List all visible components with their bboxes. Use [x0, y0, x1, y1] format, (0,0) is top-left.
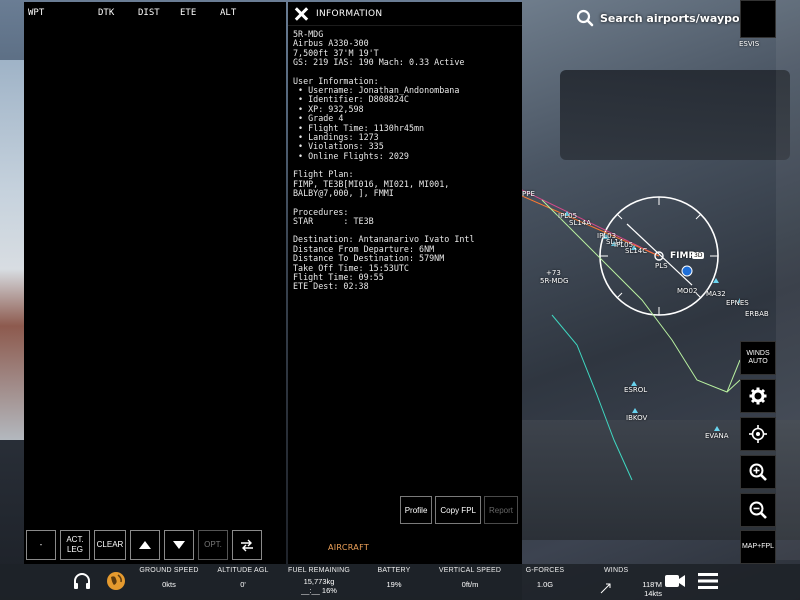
column-alt: ALT — [220, 8, 237, 18]
copy-fpl-button[interactable]: Copy FPL — [435, 496, 481, 524]
crosshair-icon — [749, 425, 767, 443]
settings-button[interactable] — [740, 379, 776, 413]
waypoint-label: ESROL — [624, 386, 648, 394]
tab-aircraft[interactable]: AIRCRAFT — [328, 543, 369, 552]
map-controls: WINDS AUTO MAP+FPL — [740, 0, 776, 600]
window-view-left — [0, 60, 26, 440]
waypoint-label: EVANA — [705, 432, 729, 440]
traffic-alt-delta: +73 — [546, 269, 561, 277]
stat-battery: BATTERY 19% — [377, 567, 411, 589]
search-icon — [576, 9, 594, 27]
camera-icon[interactable] — [664, 572, 686, 590]
ground-track — [551, 314, 633, 481]
map-fpl-button[interactable]: MAP+FPL — [740, 530, 776, 564]
search-bar[interactable]: Search airports/waypoints — [576, 8, 763, 28]
reverse-plan-button[interactable] — [232, 530, 262, 560]
move-down-button[interactable] — [164, 530, 194, 560]
close-icon[interactable] — [294, 7, 308, 21]
stat-altitude-agl: ALTITUDE AGL 0' — [217, 567, 269, 589]
waypoint-label: PLS — [655, 262, 668, 270]
waypoint-label: SL14A — [569, 219, 592, 227]
stat-g-forces: G-FORCES 1.0G — [525, 567, 565, 589]
zoom-out-icon — [749, 501, 767, 519]
stat-ground-speed: GROUND SPEED 0kts — [139, 567, 199, 589]
information-body: 5R-MDG Airbus A330-300 7,500ft 37'M 19'T GS… — [288, 26, 522, 296]
information-panel: INFORMATION 5R-MDG Airbus A330-300 7,500ft… — [288, 2, 522, 564]
info-line: ETE Dest: 02:38 — [293, 281, 369, 292]
moving-map[interactable]: ESVIS PPE IPL05 SL14A IPL03 SL14 IPL05 S… — [522, 0, 769, 560]
info-line: STAR : TE3B — [293, 215, 374, 226]
triangle-up-icon — [139, 541, 151, 549]
wind-arrow-icon — [600, 583, 611, 594]
waypoint-label: PPE — [522, 190, 535, 198]
globe-icon[interactable] — [106, 571, 126, 591]
gear-icon — [749, 387, 767, 405]
activate-leg-button[interactable]: ACT. LEG — [60, 530, 90, 560]
stat-vertical-speed: VERTICAL SPEED 0ft/m — [438, 567, 502, 589]
own-aircraft — [681, 265, 693, 277]
waypoint-label: MO02 — [677, 287, 698, 295]
options-button[interactable]: OPT. — [198, 530, 228, 560]
stat-fuel-remaining: FUEL REMAINING 15,773kg __:__ 16% — [287, 567, 351, 595]
map-top-button[interactable] — [740, 0, 776, 38]
swap-arrows-icon — [241, 539, 253, 552]
info-line: GS: 219 IAS: 190 Mach: 0.33 Active — [293, 57, 465, 68]
information-title: INFORMATION — [316, 8, 383, 19]
traffic-callsign[interactable]: 5R-MDG — [540, 277, 568, 285]
information-actions: Profile Copy FPL Report — [399, 496, 518, 524]
flight-plan-header: WPT DTK DIST ETE ALT — [24, 2, 286, 24]
triangle-down-icon — [173, 541, 185, 549]
search-placeholder[interactable]: Search airports/waypoints — [600, 12, 763, 25]
flight-plan-toolbar: - ACT. LEG CLEAR OPT. — [24, 530, 262, 562]
move-up-button[interactable] — [130, 530, 160, 560]
waypoint-label: SL14C — [625, 247, 648, 255]
menu-icon[interactable] — [698, 572, 718, 590]
zoom-in-icon — [749, 463, 767, 481]
info-line: • Online Flights: 2029 — [293, 150, 409, 161]
column-ete: ETE — [180, 8, 197, 18]
waypoint-label: MA32 — [706, 290, 726, 298]
airport-3d-badge[interactable]: 3D — [692, 252, 705, 259]
zoom-out-button[interactable] — [740, 493, 776, 527]
remove-waypoint-button[interactable]: - — [26, 530, 56, 560]
column-dtk: DTK — [98, 8, 115, 18]
stat-winds: 118'M 14kts — [642, 580, 662, 598]
zoom-in-button[interactable] — [740, 455, 776, 489]
headset-icon[interactable] — [72, 572, 92, 592]
column-wpt: WPT — [28, 8, 45, 18]
map-side-strip — [776, 0, 800, 560]
waypoint-label: IBKOV — [626, 414, 648, 422]
status-bar: GROUND SPEED 0kts ALTITUDE AGL 0' FUEL R… — [0, 564, 800, 600]
info-line: BALBY@7,000, ], FMMI — [293, 188, 394, 199]
report-button[interactable]: Report — [483, 496, 518, 524]
winds-auto-button[interactable]: WINDS AUTO — [740, 341, 776, 375]
center-aircraft-button[interactable] — [740, 417, 776, 451]
column-dist: DIST — [138, 8, 160, 18]
flight-plan-panel: WPT DTK DIST ETE ALT - ACT. LEG CLEAR OP… — [24, 2, 286, 564]
profile-button[interactable]: Profile — [399, 496, 433, 524]
clear-button[interactable]: CLEAR — [94, 530, 126, 560]
information-header: INFORMATION — [288, 2, 522, 26]
stat-winds-label: WINDS — [604, 567, 629, 574]
